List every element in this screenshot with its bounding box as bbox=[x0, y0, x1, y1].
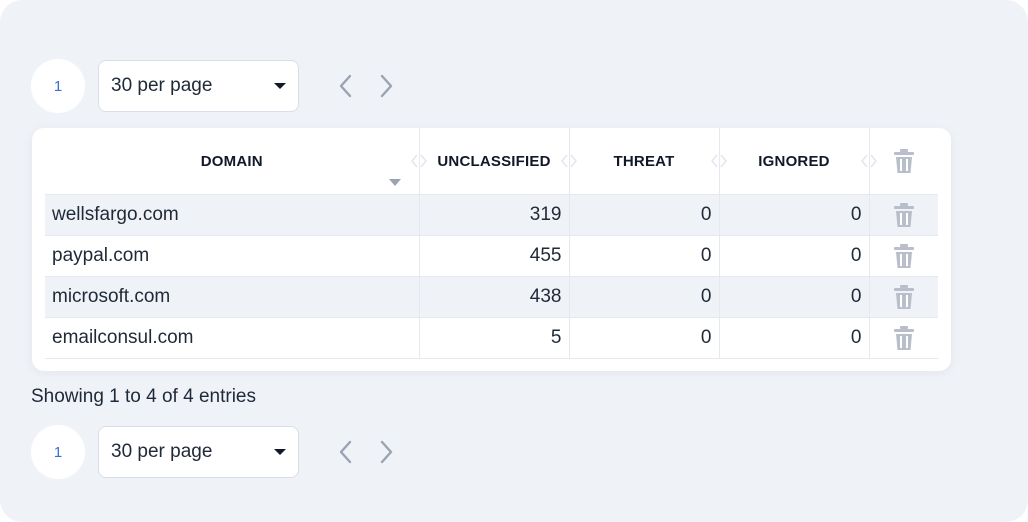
delete-row-button[interactable] bbox=[868, 317, 938, 359]
sort-descending-icon bbox=[389, 179, 401, 186]
delete-row-button[interactable] bbox=[868, 276, 938, 318]
prev-page-button[interactable] bbox=[326, 432, 366, 472]
unclassified-cell: 455 bbox=[418, 235, 569, 277]
table-row: paypal.com 455 0 0 bbox=[45, 235, 938, 277]
column-header-threat[interactable]: THREAT bbox=[568, 128, 727, 195]
chevron-right-icon bbox=[380, 440, 393, 464]
delete-row-button[interactable] bbox=[868, 235, 938, 277]
ignored-cell: 0 bbox=[718, 317, 869, 359]
unclassified-cell: 5 bbox=[418, 317, 569, 359]
unclassified-cell: 438 bbox=[418, 276, 569, 318]
caret-down-icon bbox=[274, 83, 286, 89]
top-pagination: 1 30 per page bbox=[31, 59, 406, 113]
domain-cell: paypal.com bbox=[45, 235, 419, 277]
column-header-ignored[interactable]: IGNORED bbox=[718, 128, 877, 195]
column-header-label: THREAT bbox=[613, 152, 675, 170]
domains-table-card: DOMAIN UNCLASSIFIED THREAT IGNORED wells… bbox=[32, 128, 951, 371]
trash-icon bbox=[893, 149, 914, 173]
unclassified-cell: 319 bbox=[418, 194, 569, 236]
table-header-row: DOMAIN UNCLASSIFIED THREAT IGNORED bbox=[45, 128, 938, 195]
table-row: microsoft.com 438 0 0 bbox=[45, 276, 938, 318]
threat-cell: 0 bbox=[568, 194, 719, 236]
table-row: emailconsul.com 5 0 0 bbox=[45, 317, 938, 359]
bottom-pagination: 1 30 per page bbox=[31, 425, 406, 479]
delete-row-button[interactable] bbox=[868, 194, 938, 236]
ignored-cell: 0 bbox=[718, 276, 869, 318]
column-header-label: UNCLASSIFIED bbox=[437, 152, 551, 170]
threat-cell: 0 bbox=[568, 276, 719, 318]
next-page-button[interactable] bbox=[366, 432, 406, 472]
caret-down-icon bbox=[274, 449, 286, 455]
chevron-left-icon bbox=[339, 440, 352, 464]
per-page-select[interactable]: 30 per page bbox=[98, 60, 299, 112]
table-row: wellsfargo.com 319 0 0 bbox=[45, 194, 938, 236]
prev-page-button[interactable] bbox=[326, 66, 366, 106]
threat-cell: 0 bbox=[568, 317, 719, 359]
trash-icon bbox=[893, 285, 914, 309]
domain-cell: wellsfargo.com bbox=[45, 194, 419, 236]
domain-cell: microsoft.com bbox=[45, 276, 419, 318]
domains-table: DOMAIN UNCLASSIFIED THREAT IGNORED wells… bbox=[45, 128, 938, 359]
page-number-button[interactable]: 1 bbox=[31, 59, 85, 113]
page-number-button[interactable]: 1 bbox=[31, 425, 85, 479]
entries-summary: Showing 1 to 4 of 4 entries bbox=[31, 386, 256, 407]
per-page-select[interactable]: 30 per page bbox=[98, 426, 299, 478]
trash-icon bbox=[893, 326, 914, 350]
ignored-cell: 0 bbox=[718, 235, 869, 277]
column-header-label: DOMAIN bbox=[200, 152, 263, 170]
trash-icon bbox=[893, 244, 914, 268]
next-page-button[interactable] bbox=[366, 66, 406, 106]
ignored-cell: 0 bbox=[718, 194, 869, 236]
column-header-domain[interactable]: DOMAIN bbox=[45, 128, 427, 195]
trash-icon bbox=[893, 203, 914, 227]
chevron-right-icon bbox=[380, 74, 393, 98]
per-page-value: 30 per page bbox=[111, 75, 213, 96]
column-header-unclassified[interactable]: UNCLASSIFIED bbox=[418, 128, 577, 195]
chevron-left-icon bbox=[339, 74, 352, 98]
column-header-delete[interactable] bbox=[868, 128, 938, 195]
page-background: 1 30 per page DOMAIN UNCLASSIFIED THREAT… bbox=[0, 0, 1028, 522]
per-page-value: 30 per page bbox=[111, 441, 213, 462]
domain-cell: emailconsul.com bbox=[45, 317, 419, 359]
threat-cell: 0 bbox=[568, 235, 719, 277]
column-header-label: IGNORED bbox=[758, 152, 830, 170]
